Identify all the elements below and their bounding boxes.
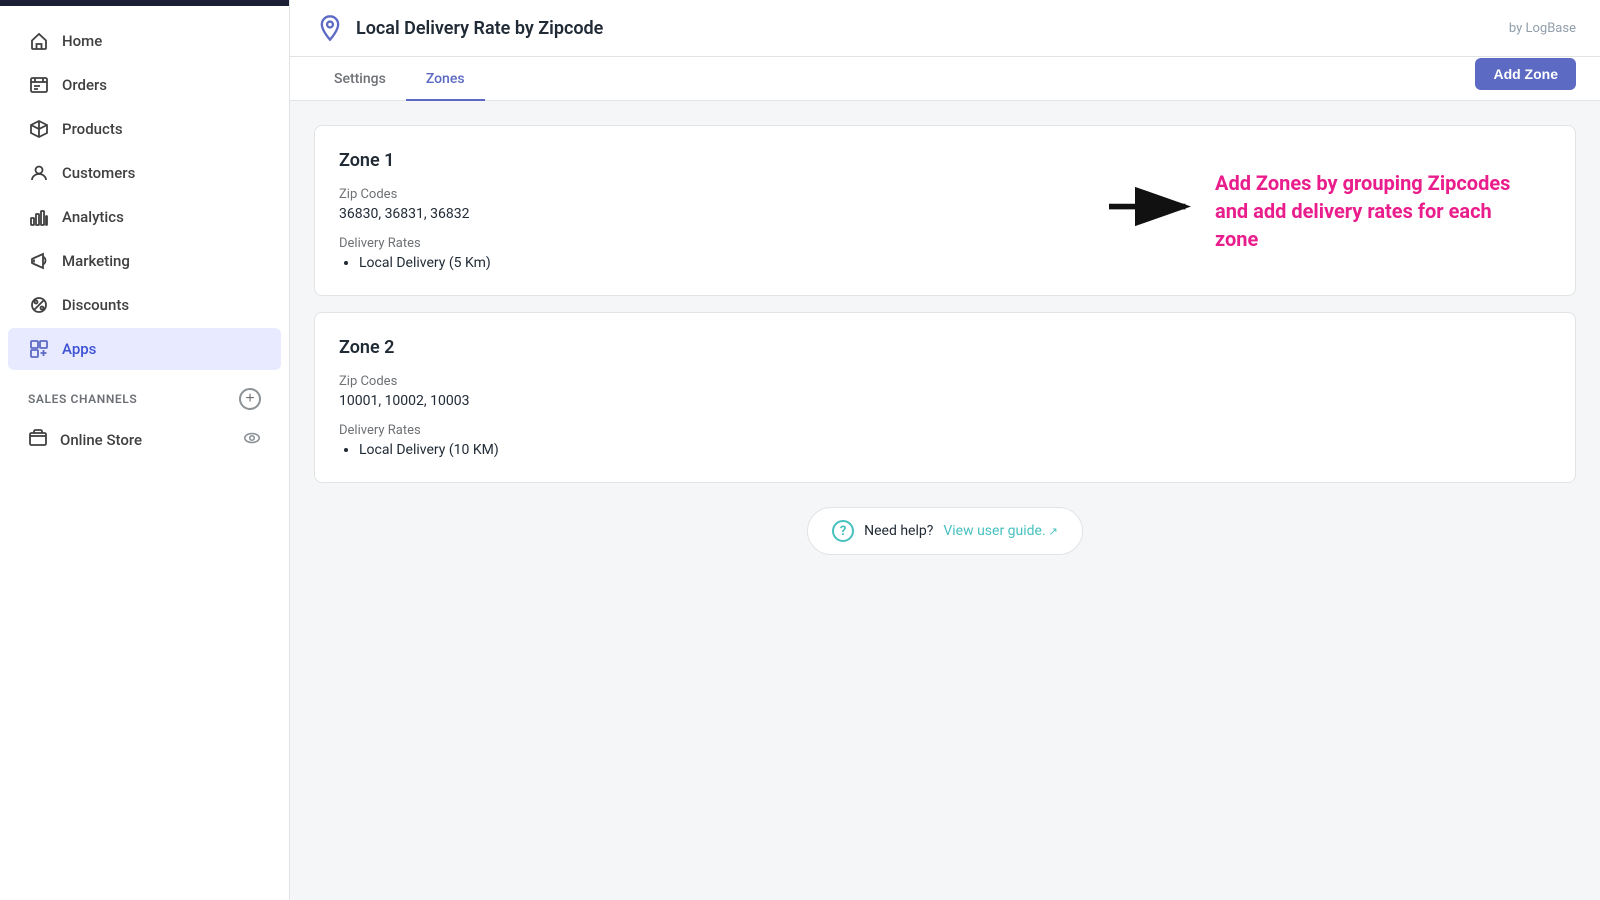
zone-2-zip-label: Zip Codes — [339, 374, 1551, 389]
zone-2-name: Zone 2 — [339, 337, 1551, 358]
sidebar-item-analytics[interactable]: Analytics — [8, 196, 281, 238]
zone-2-zip-value: 10001, 10002, 10003 — [339, 393, 1551, 409]
home-icon — [28, 30, 50, 52]
sidebar-item-online-store[interactable]: Online Store — [8, 418, 281, 462]
sidebar-item-discounts[interactable]: Discounts — [8, 284, 281, 326]
sales-channels-header: SALES CHANNELS + — [8, 378, 281, 416]
sales-channels-label: SALES CHANNELS — [28, 392, 137, 406]
app-title-area: Local Delivery Rate by Zipcode — [314, 12, 603, 44]
customers-icon — [28, 162, 50, 184]
online-store-left: Online Store — [28, 428, 142, 452]
marketing-icon — [28, 250, 50, 272]
sidebar-item-orders-label: Orders — [62, 76, 107, 94]
sidebar-item-products[interactable]: Products — [8, 108, 281, 150]
online-store-label: Online Store — [60, 431, 142, 449]
sidebar-item-orders[interactable]: Orders — [8, 64, 281, 106]
sidebar-item-marketing-label: Marketing — [62, 252, 130, 270]
zone-2-card: Zone 2 Zip Codes 10001, 10002, 10003 Del… — [314, 312, 1576, 483]
sidebar-item-apps-label: Apps — [62, 340, 96, 358]
apps-icon — [28, 338, 50, 360]
sidebar-item-home-label: Home — [62, 32, 102, 50]
tabs-bar: Settings Zones Add Zone — [290, 57, 1600, 101]
zone-1-rate-item: Local Delivery (5 Km) — [359, 255, 1551, 271]
zone-2-rates-list: Local Delivery (10 KM) — [339, 442, 1551, 458]
analytics-icon — [28, 206, 50, 228]
online-store-eye-icon[interactable] — [243, 429, 261, 451]
sidebar-nav: Home Orders Products — [0, 6, 289, 900]
tab-settings[interactable]: Settings — [314, 57, 406, 101]
view-user-guide-link[interactable]: View user guide. ↗ — [943, 523, 1058, 539]
zone-2-rates-label: Delivery Rates — [339, 423, 1551, 438]
tabs-left: Settings Zones — [314, 57, 485, 100]
sidebar-item-apps[interactable]: Apps — [8, 328, 281, 370]
zone-1-annotation: Add Zones by grouping Zipcodes and add d… — [1109, 169, 1535, 253]
top-bar: Local Delivery Rate by Zipcode by LogBas… — [290, 0, 1600, 57]
sidebar: Home Orders Products — [0, 0, 290, 900]
online-store-icon — [28, 428, 48, 452]
zone-2-rate-item: Local Delivery (10 KM) — [359, 442, 1551, 458]
orders-icon — [28, 74, 50, 96]
zone-1-card: Zone 1 Zip Codes 36830, 36831, 36832 Del… — [314, 125, 1576, 296]
help-text: Need help? — [864, 523, 933, 539]
app-title: Local Delivery Rate by Zipcode — [356, 18, 603, 39]
discounts-icon — [28, 294, 50, 316]
add-zone-button[interactable]: Add Zone — [1475, 58, 1576, 90]
arrow-right-icon — [1109, 184, 1199, 237]
sidebar-item-products-label: Products — [62, 120, 123, 138]
help-icon: ? — [832, 520, 854, 542]
content-area: Zone 1 Zip Codes 36830, 36831, 36832 Del… — [290, 101, 1600, 603]
tab-zones[interactable]: Zones — [406, 57, 485, 101]
help-footer: ? Need help? View user guide. ↗ — [314, 507, 1576, 555]
sidebar-item-analytics-label: Analytics — [62, 208, 124, 226]
add-sales-channel-button[interactable]: + — [239, 388, 261, 410]
main-content: Local Delivery Rate by Zipcode by LogBas… — [290, 0, 1600, 900]
sidebar-item-customers-label: Customers — [62, 164, 135, 182]
sidebar-item-customers[interactable]: Customers — [8, 152, 281, 194]
by-logbase-label: by LogBase — [1509, 21, 1576, 36]
app-location-icon — [314, 12, 346, 44]
sidebar-item-home[interactable]: Home — [8, 20, 281, 62]
external-link-icon: ↗ — [1049, 525, 1058, 538]
products-icon — [28, 118, 50, 140]
help-pill: ? Need help? View user guide. ↗ — [807, 507, 1083, 555]
sidebar-item-marketing[interactable]: Marketing — [8, 240, 281, 282]
annotation-text: Add Zones by grouping Zipcodes and add d… — [1215, 169, 1535, 253]
view-guide-label: View user guide. — [943, 523, 1045, 539]
zone-1-rates-list: Local Delivery (5 Km) — [339, 255, 1551, 271]
sidebar-item-discounts-label: Discounts — [62, 296, 129, 314]
